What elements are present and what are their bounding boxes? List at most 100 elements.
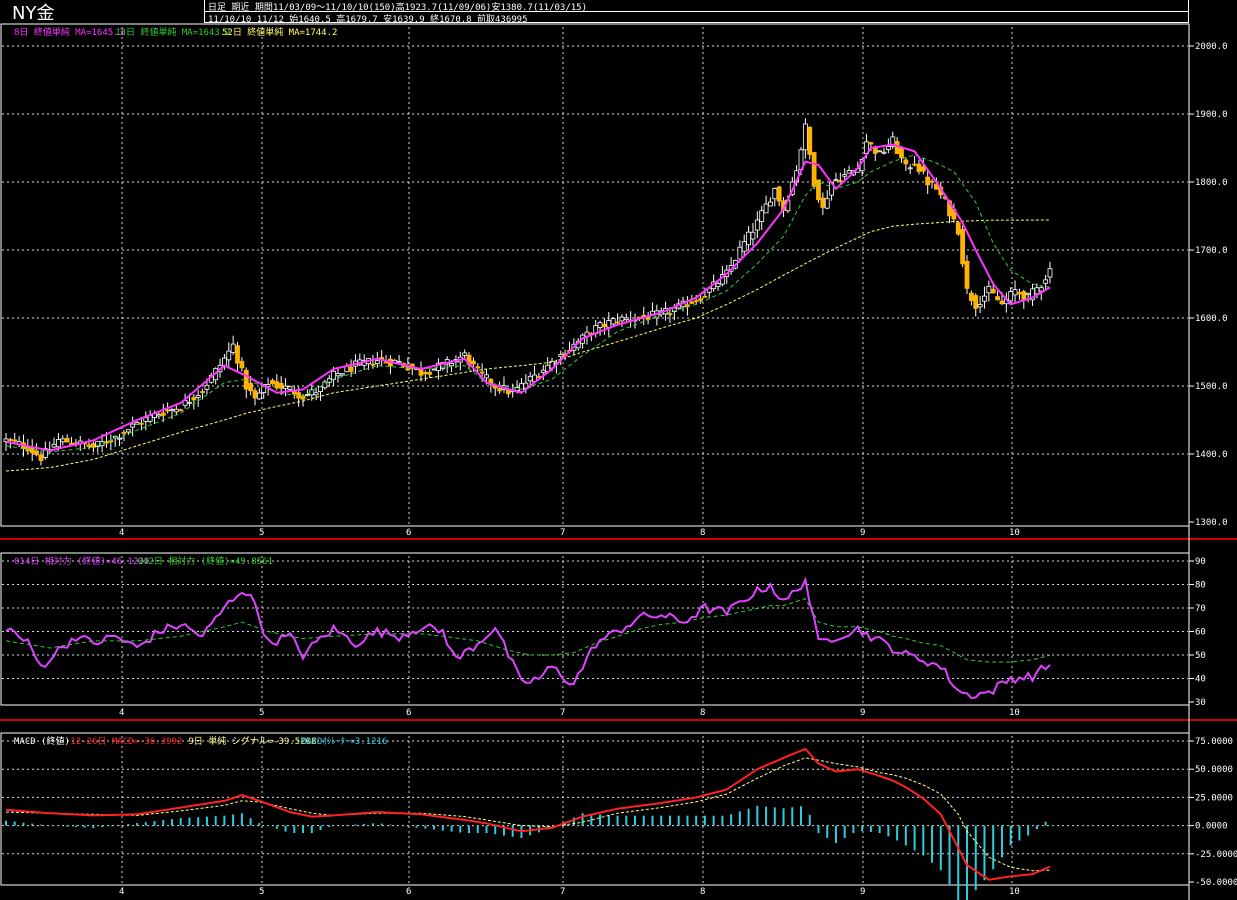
candle-body [772,187,778,200]
candle-body [837,180,843,183]
price-ytick-label: 1700.0 [1195,246,1228,256]
candle-body [973,295,979,309]
candle-body [178,409,184,412]
macd-legend-item: MACD (終値) [14,735,70,747]
candle-body [698,298,703,301]
candle-body [283,385,288,389]
candle-body [1047,268,1053,278]
candle-body [540,369,546,373]
candle-body [667,313,673,316]
candle-body [134,422,140,425]
candle-body [335,373,341,377]
candle-body [270,380,275,385]
price-ytick-label: 1400.0 [1195,450,1228,460]
candle-body [811,152,817,187]
candle-body [903,159,909,165]
candle-body [907,167,913,170]
candle-body [877,150,883,153]
candle-body [427,371,433,375]
candle-body [431,368,437,371]
candle-body [741,241,747,252]
candle-body [846,170,852,174]
candle-body [7,439,13,441]
candle-body [759,210,765,222]
candle-body [383,361,389,364]
candle-body [139,422,144,425]
candle-body [606,320,612,328]
candle-body [64,438,70,443]
macd-ytick-label: 50.0000 [1195,765,1233,775]
candle-body [1012,289,1018,296]
candle-body [842,174,848,177]
candle-body [960,229,966,265]
price-xtick-label: 8 [700,528,705,538]
macd-xtick-label: 4 [119,887,124,897]
price-legend-item: 13日 終値単純 MA=1643.2 [115,26,230,38]
rsi-ytick-label: 50 [1195,651,1206,661]
candle-body [763,203,769,214]
candle-body [999,300,1005,305]
candle-body [519,383,524,392]
candle-body [527,375,533,382]
candle-body [125,429,131,433]
macd-ytick-label: 75.0000 [1195,737,1233,747]
candle-body [226,350,232,361]
rsi-xtick-label: 8 [700,708,705,718]
candle-body [820,197,826,208]
rsi-ytick-label: 30 [1195,698,1206,708]
candle-body [754,219,760,231]
rsi-plot [5,576,1051,700]
candle-body [204,384,210,390]
candle-body [597,322,603,328]
candle-body [689,301,695,304]
candle-body [56,439,61,448]
candle-body [802,123,808,151]
candle-body [300,396,306,400]
candle-body [623,317,629,320]
price-xtick-label: 10 [1009,528,1020,538]
candle-body [558,354,564,358]
candle-body [252,390,258,399]
macd-line [5,747,1051,881]
rsi-ytick-label: 60 [1195,628,1206,638]
price-plot [3,118,1053,472]
rsi-ytick-label: 80 [1195,581,1206,591]
candle-body [348,366,354,372]
candle-body [418,368,424,376]
candle-body [602,323,607,328]
price-xtick-label: 4 [119,528,124,538]
candle-body [881,151,887,154]
candle-body [955,222,961,235]
candle-body [396,360,402,363]
candle-body [239,360,245,369]
candle-body [169,408,175,411]
candle-body [370,363,376,366]
candle-body [610,318,616,325]
candle-body [807,126,813,155]
candle-body [12,439,18,442]
candle-body [484,374,489,379]
price-ytick-label: 1600.0 [1195,314,1228,324]
candle-body [702,295,708,298]
macd-xtick-label: 7 [560,887,565,897]
candle-body [619,316,625,322]
macd-xtick-label: 10 [1009,887,1020,897]
candle-body [305,394,310,396]
price-panel-frame [0,23,1190,527]
chart-area: 1300.0 1400.0 1500.0 1600.0 1700.0 1800.0 1900… [0,23,1237,900]
candle-body [121,431,127,434]
candle-body [422,372,428,375]
candle-body [894,141,900,155]
candle-body [982,295,987,302]
ma8-line [5,143,1051,452]
candle-body [912,163,917,166]
candle-body [34,450,39,456]
candle-body [833,179,839,182]
macd-xtick-label: 5 [259,887,264,897]
macd-ytick-label: 0.0000 [1195,822,1228,832]
macd-plot [5,747,1051,900]
candle-body [693,300,699,303]
candle-body [165,409,171,412]
candle-body [1017,292,1022,295]
candle-body [479,371,485,374]
